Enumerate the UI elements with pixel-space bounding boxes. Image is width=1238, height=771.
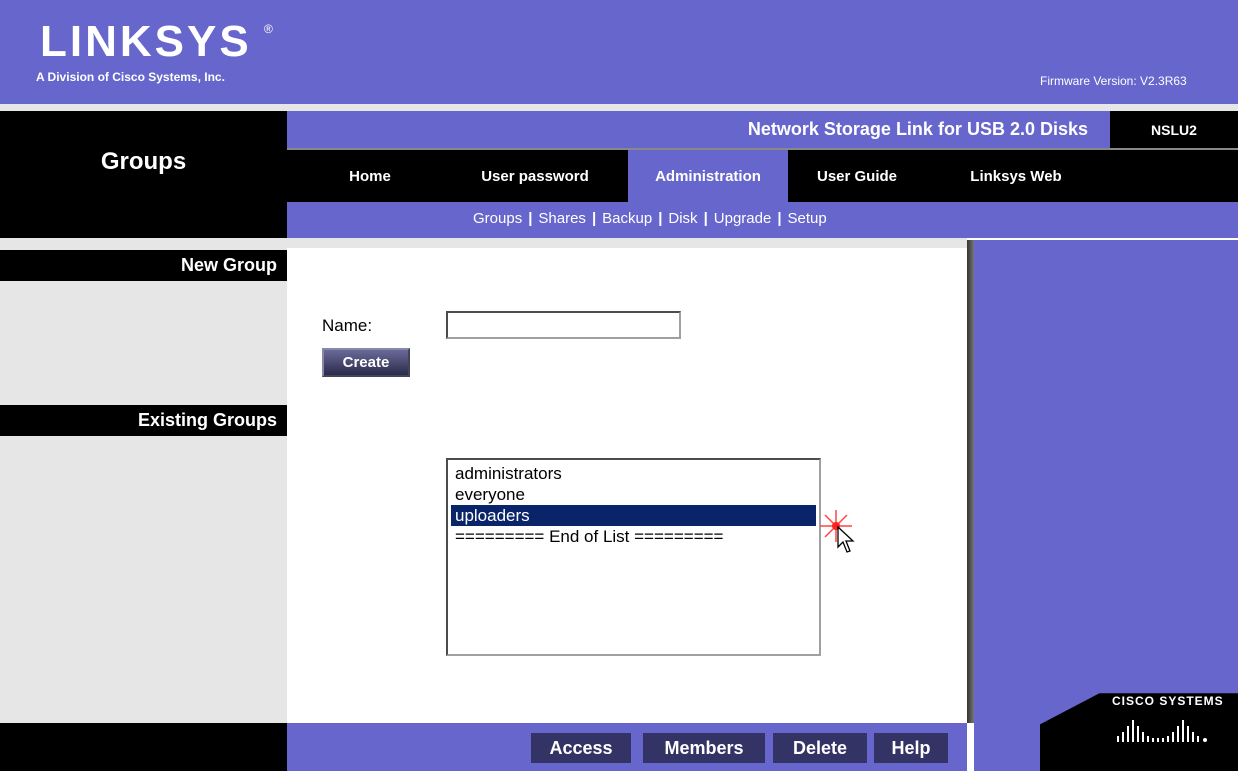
help-button[interactable]: Help: [874, 733, 948, 763]
linksys-logo: LINKSYS: [40, 17, 252, 66]
tab-linksys-web[interactable]: Linksys Web: [948, 150, 1084, 202]
delete-button[interactable]: Delete: [773, 733, 867, 763]
subnav-shares[interactable]: Shares: [538, 210, 586, 227]
tab-administration[interactable]: Administration: [628, 150, 788, 202]
groups-listbox[interactable]: administrators everyone uploaders ======…: [446, 458, 821, 656]
subnav-setup[interactable]: Setup: [788, 210, 827, 227]
subnav-upgrade[interactable]: Upgrade: [714, 210, 772, 227]
page-title: Groups: [100, 148, 187, 175]
subnav-disk[interactable]: Disk: [668, 210, 697, 227]
existing-groups-heading: Existing Groups: [0, 405, 287, 436]
members-button[interactable]: Members: [643, 733, 765, 763]
access-button[interactable]: Access: [531, 733, 631, 763]
footer-left: [0, 723, 287, 771]
subnav-backup[interactable]: Backup: [602, 210, 652, 227]
subnav-separator: |: [658, 210, 663, 227]
firmware-version: Firmware Version: V2.3R63: [1040, 74, 1187, 88]
right-panel-shadow: [967, 240, 974, 723]
subnav-separator: |: [777, 210, 782, 227]
cisco-bridge-icon: [1117, 720, 1207, 742]
tab-home[interactable]: Home: [287, 150, 453, 202]
left-panel: [0, 240, 287, 723]
subnav-separator: |: [528, 210, 533, 227]
product-bar: Network Storage Link for USB 2.0 Disks: [287, 111, 1110, 149]
subnav-separator: |: [591, 210, 597, 227]
subnav-groups[interactable]: Groups: [473, 210, 522, 227]
list-item-end-of-list: ========= End of List =========: [455, 527, 724, 546]
list-item-everyone[interactable]: everyone: [451, 484, 816, 505]
model-badge: NSLU2: [1110, 111, 1238, 149]
list-item-uploaders[interactable]: uploaders: [451, 505, 816, 526]
logo-subtitle: A Division of Cisco Systems, Inc.: [36, 70, 225, 84]
create-button[interactable]: Create: [322, 348, 410, 377]
header-divider: [0, 104, 1238, 111]
sub-nav-links: Groups | Shares | Backup | Disk | Upgrade | Setup: [473, 210, 827, 227]
group-name-input[interactable]: [446, 311, 681, 339]
new-group-heading: New Group: [0, 250, 287, 281]
mouse-pointer-icon: [837, 525, 855, 553]
cisco-logo-text: CISCO SYSTEMS: [1112, 694, 1224, 708]
tab-user-password[interactable]: User password: [470, 150, 600, 202]
registered-mark: ®: [264, 22, 273, 36]
right-panel: [974, 240, 1238, 771]
product-title: Network Storage Link for USB 2.0 Disks: [747, 119, 1088, 139]
list-item-administrators[interactable]: administrators: [451, 463, 816, 484]
subnav-separator: |: [703, 210, 708, 227]
name-label: Name:: [322, 316, 373, 335]
tab-user-guide[interactable]: User Guide: [788, 150, 926, 202]
